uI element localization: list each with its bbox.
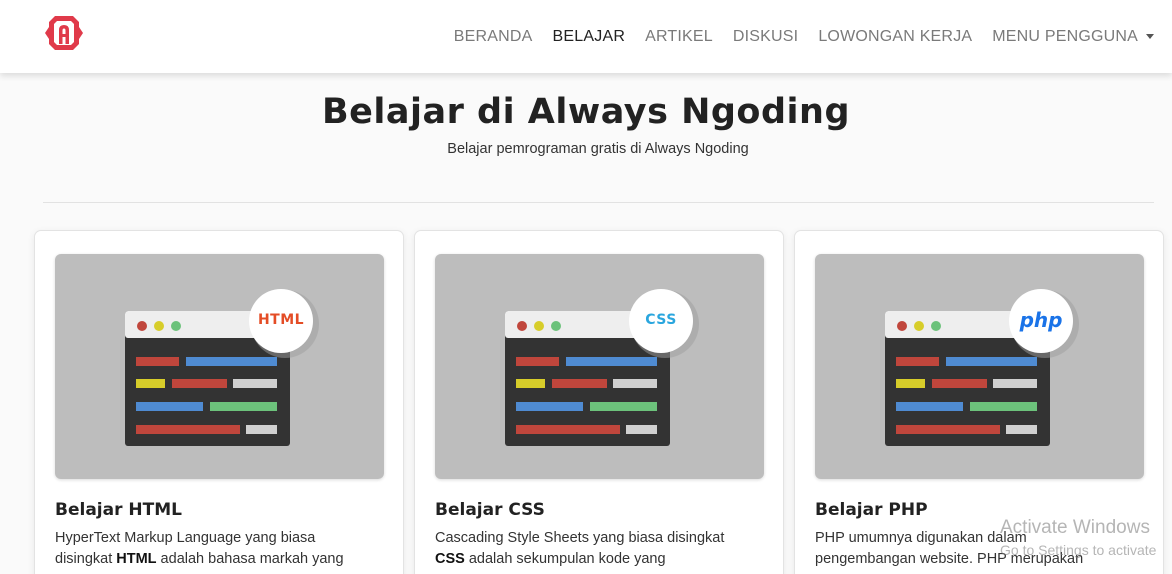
- course-card-image: php: [815, 254, 1144, 479]
- nav-lowongan-kerja[interactable]: LOWONGAN KERJA: [818, 28, 972, 46]
- course-card-image: CSS: [435, 254, 764, 479]
- description-line: HyperText Markup Language yang biasa: [55, 530, 316, 546]
- main-nav: BERANDA BELAJAR ARTIKEL DISKUSI LOWONGAN…: [434, 0, 1154, 73]
- activate-windows-hint: Go to Settings to activate: [1000, 542, 1157, 558]
- nav-menu-pengguna-dropdown[interactable]: MENU PENGGUNA: [992, 28, 1154, 46]
- course-card-title[interactable]: Belajar HTML: [55, 500, 182, 520]
- description-text: adalah sekumpulan kode yang: [464, 551, 666, 567]
- nav-diskusi[interactable]: DISKUSI: [733, 28, 798, 46]
- course-card-title[interactable]: Belajar CSS: [435, 500, 545, 520]
- course-card-css[interactable]: CSS Belajar CSS Cascading Style Sheets y…: [414, 230, 784, 574]
- description-text: disingkat: [55, 551, 117, 567]
- description-bold: CSS: [435, 551, 465, 567]
- php-logo-icon: php: [1019, 308, 1063, 332]
- code-window-illustration-icon: [125, 289, 319, 446]
- description-line: Cascading Style Sheets yang biasa dising…: [435, 530, 725, 546]
- nav-artikel[interactable]: ARTIKEL: [645, 28, 713, 46]
- css-logo-icon: CSS: [645, 312, 677, 328]
- course-card-image: HTML: [55, 254, 384, 479]
- description-line: PHP umumnya digunakan dalam: [815, 530, 1027, 546]
- page-subtitle: Belajar pemrograman gratis di Always Ngo…: [447, 141, 749, 157]
- description-bold: HTML: [116, 551, 157, 567]
- caret-down-icon: [1146, 33, 1154, 39]
- description-text: adalah bahasa markah yang: [156, 551, 344, 567]
- nav-belajar[interactable]: BELAJAR: [553, 28, 626, 46]
- section-divider: [43, 202, 1154, 203]
- nav-beranda[interactable]: BERANDA: [454, 28, 533, 46]
- navbar: BERANDA BELAJAR ARTIKEL DISKUSI LOWONGAN…: [0, 0, 1172, 73]
- activate-windows-watermark: Activate Windows: [1000, 517, 1150, 538]
- braces-a-logo-icon: [45, 16, 83, 50]
- nav-menu-pengguna-label: MENU PENGGUNA: [992, 27, 1138, 45]
- code-window-illustration-icon: [505, 289, 699, 446]
- course-card-title[interactable]: Belajar PHP: [815, 500, 928, 520]
- code-window-illustration-icon: [885, 289, 1079, 446]
- html-logo-icon: HTML: [257, 312, 305, 328]
- page-title: Belajar di Always Ngoding: [321, 92, 851, 132]
- course-card-description: HyperText Markup Language yang biasa dis…: [55, 528, 380, 570]
- course-card-description: Cascading Style Sheets yang biasa dising…: [435, 528, 760, 570]
- course-card-html[interactable]: HTML Belajar HTML HyperText Markup Langu…: [34, 230, 404, 574]
- brand-logo[interactable]: [43, 13, 85, 53]
